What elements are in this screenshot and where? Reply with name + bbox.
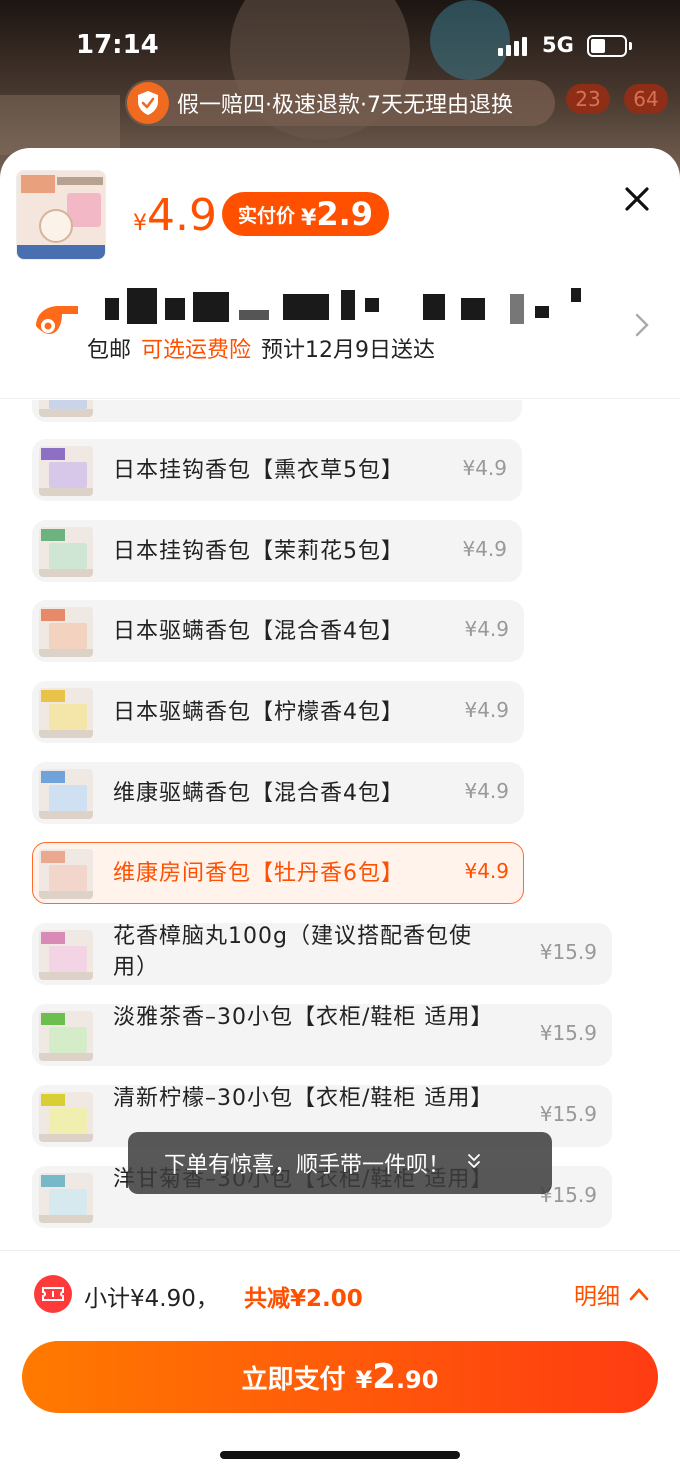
sku-thumbnail bbox=[39, 446, 93, 496]
signal-icon bbox=[498, 36, 527, 56]
sku-thumbnail bbox=[39, 849, 93, 899]
sku-name: 日本挂钩香包【茉莉花5包】 bbox=[113, 539, 404, 564]
status-time: 17:14 bbox=[76, 30, 159, 60]
guarantee-text: 假一赔四·极速退款·7天无理由退换 bbox=[177, 93, 513, 118]
sku-price: ¥4.9 bbox=[464, 698, 509, 722]
sku-thumbnail bbox=[39, 1011, 93, 1061]
checkout-bar: 小计¥4.90， 共减¥2.00 明细 立即支付 ¥2.90 bbox=[0, 1250, 680, 1472]
sku-thumbnail bbox=[39, 769, 93, 819]
divider bbox=[0, 398, 680, 399]
product-price: ¥4.9 bbox=[133, 190, 217, 241]
sku-option[interactable]: 日本挂钩香包【熏衣草5包】 ¥4.9 bbox=[32, 439, 522, 501]
chevron-right-icon[interactable] bbox=[634, 312, 650, 344]
toast-text: 下单有惊喜，顺手带一件呗！ bbox=[164, 1153, 451, 1178]
actual-price-pill: 实付价 ¥2.9 bbox=[222, 192, 390, 236]
sku-price: ¥4.9 bbox=[462, 537, 507, 561]
sku-option[interactable]: 淡雅茶香–30小包【衣柜/鞋柜 适用】 ¥15.9 bbox=[32, 1004, 612, 1066]
sku-option[interactable]: 日本驱螨香包【柠檬香4包】 ¥4.9 bbox=[32, 681, 524, 743]
free-shipping-label: 包邮 bbox=[87, 338, 132, 363]
sku-selector-sheet: ¥4.9 实付价 ¥2.9 包邮 可选运费险 预计12月9日送达 日本挂钩香包【… bbox=[0, 148, 680, 1472]
sku-thumbnail bbox=[39, 607, 93, 657]
sku-price: ¥15.9 bbox=[539, 1021, 597, 1045]
sku-list[interactable]: 日本挂钩香包【混合装5包】¥4.9日本挂钩香包【熏衣草5包】¥4.9日本挂钩香包… bbox=[0, 400, 680, 1250]
sku-option[interactable]: 维康房间香包【牡丹香6包】 ¥4.9 bbox=[32, 842, 524, 904]
double-chevron-down-icon bbox=[466, 1152, 482, 1174]
delivery-eta: 预计12月9日送达 bbox=[261, 338, 436, 363]
background-badge: 23 bbox=[566, 84, 610, 114]
sku-name: 日本挂钩香包【混合装5包】 bbox=[113, 400, 404, 408]
sku-price: ¥4.9 bbox=[462, 456, 507, 480]
sku-price: ¥15.9 bbox=[539, 1102, 597, 1126]
shield-check-icon bbox=[127, 82, 169, 124]
sku-thumbnail bbox=[39, 688, 93, 738]
sku-price: ¥4.9 bbox=[464, 779, 509, 803]
sku-option[interactable]: 花香樟脑丸100g（建议搭配香包使用） ¥15.9 bbox=[32, 923, 612, 985]
sku-option[interactable]: 维康驱螨香包【混合香4包】 ¥4.9 bbox=[32, 762, 524, 824]
close-icon[interactable] bbox=[620, 182, 654, 216]
sku-name: 日本驱螨香包【混合香4包】 bbox=[113, 619, 404, 644]
status-bar: 17:14 5G bbox=[0, 0, 680, 80]
sku-thumbnail bbox=[39, 930, 93, 980]
sku-name: 淡雅茶香–30小包【衣柜/鞋柜 适用】 bbox=[113, 1005, 494, 1030]
detail-label: 明细 bbox=[574, 1284, 620, 1310]
pay-button-amount: ¥2.90 bbox=[355, 1357, 439, 1397]
sku-thumbnail bbox=[39, 527, 93, 577]
sku-thumbnail bbox=[39, 1173, 93, 1223]
chevron-up-icon bbox=[629, 1288, 649, 1301]
sku-option[interactable]: 日本驱螨香包【混合香4包】 ¥4.9 bbox=[32, 600, 524, 662]
subtotal-text: 小计¥4.90， bbox=[84, 1286, 219, 1312]
delivery-truck-icon bbox=[32, 302, 82, 346]
promo-toast[interactable]: 下单有惊喜，顺手带一件呗！ bbox=[128, 1132, 552, 1194]
guarantee-banner: 假一赔四·极速退款·7天无理由退换 bbox=[125, 80, 555, 126]
sku-price: ¥4.9 bbox=[462, 400, 507, 401]
battery-tip bbox=[629, 42, 632, 50]
shipping-insurance-link[interactable]: 可选运费险 bbox=[141, 332, 251, 364]
pay-now-button[interactable]: 立即支付 ¥2.90 bbox=[22, 1341, 658, 1413]
sku-price: ¥4.9 bbox=[464, 859, 509, 883]
sku-name: 维康房间香包【牡丹香6包】 bbox=[113, 861, 404, 886]
sku-name: 维康驱螨香包【混合香4包】 bbox=[113, 781, 404, 806]
sku-name: 日本挂钩香包【熏衣草5包】 bbox=[113, 458, 404, 483]
sku-name: 花香樟脑丸100g（建议搭配香包使用） bbox=[113, 924, 472, 980]
network-label: 5G bbox=[542, 33, 574, 57]
sku-name: 日本驱螨香包【柠檬香4包】 bbox=[113, 700, 404, 725]
sku-price: ¥15.9 bbox=[539, 940, 597, 964]
home-indicator bbox=[220, 1451, 460, 1459]
sku-option[interactable]: 日本挂钩香包【茉莉花5包】 ¥4.9 bbox=[32, 520, 522, 582]
battery-icon bbox=[587, 35, 627, 57]
sku-option[interactable]: 日本挂钩香包【混合装5包】 ¥4.9 bbox=[32, 400, 522, 422]
pay-button-label: 立即支付 bbox=[241, 1364, 346, 1395]
address-masked[interactable] bbox=[105, 288, 585, 324]
product-thumbnail[interactable] bbox=[16, 170, 106, 260]
sku-thumbnail bbox=[39, 400, 93, 417]
discount-text: 共减¥2.00 bbox=[244, 1286, 363, 1312]
sku-price: ¥4.9 bbox=[464, 617, 509, 641]
detail-toggle[interactable]: 明细 bbox=[574, 1277, 650, 1311]
coupon-icon bbox=[34, 1275, 72, 1313]
background-badge: 64 bbox=[624, 84, 668, 114]
sku-thumbnail bbox=[39, 1092, 93, 1142]
shipping-info: 包邮 可选运费险 预计12月9日送达 bbox=[87, 332, 435, 364]
sku-name: 清新柠檬–30小包【衣柜/鞋柜 适用】 bbox=[113, 1086, 494, 1111]
